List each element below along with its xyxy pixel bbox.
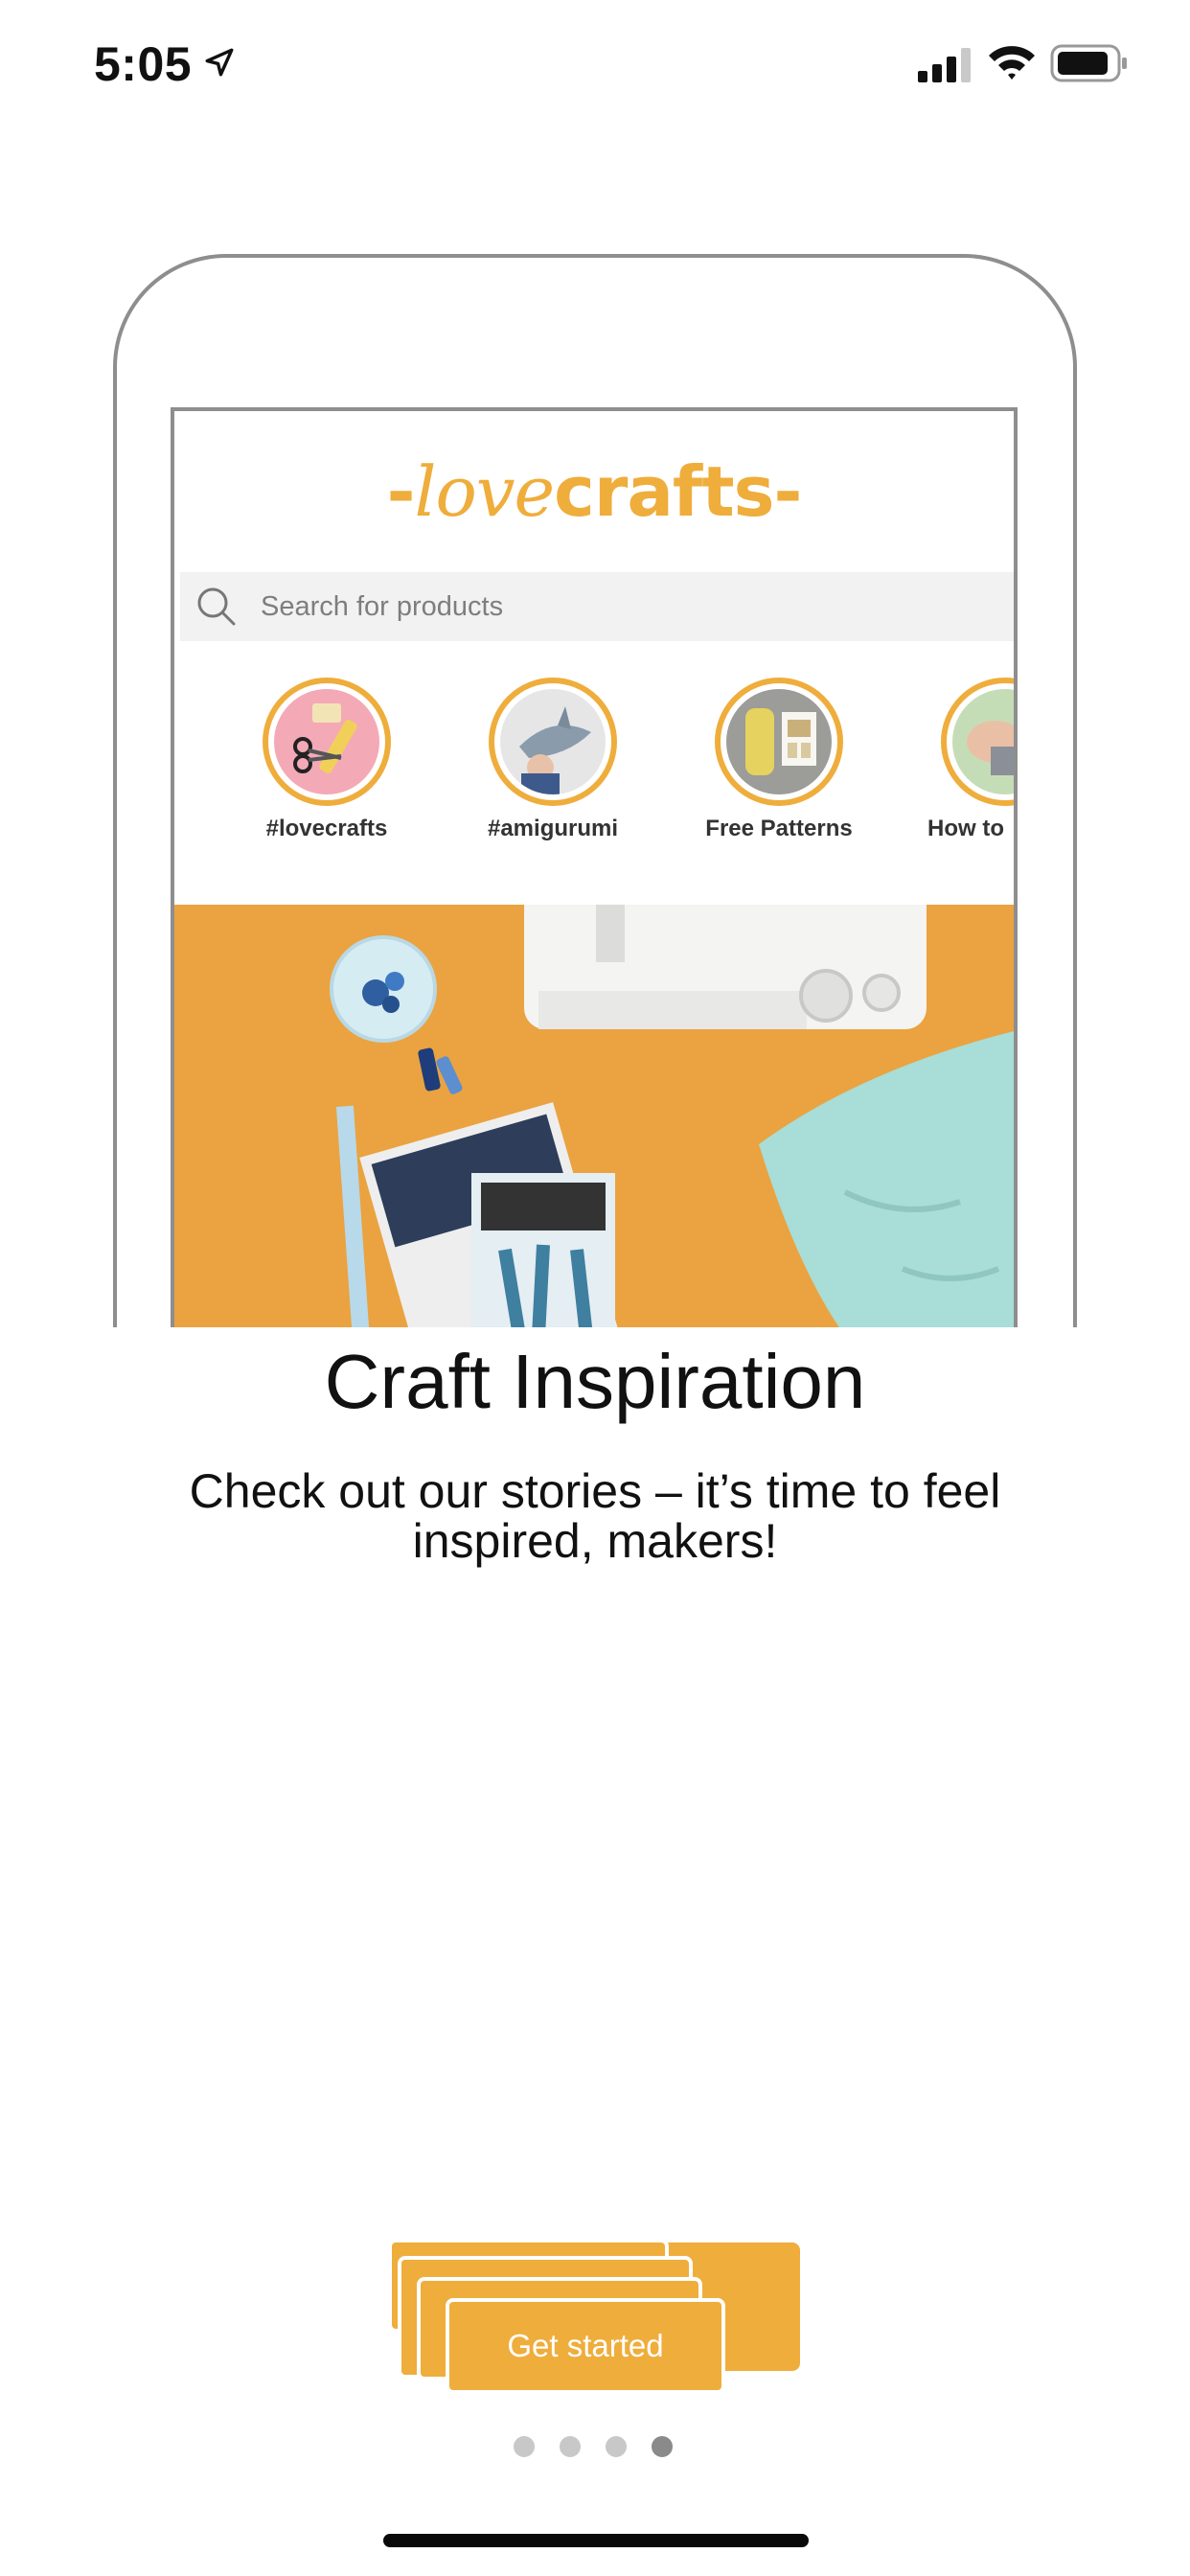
- page-dot-1[interactable]: [514, 2436, 535, 2457]
- phone-mockup-screen: -lovecrafts- Search for products #lovecr…: [171, 407, 1018, 1327]
- wifi-icon: [989, 46, 1035, 80]
- story-how-to: How to: [914, 678, 1014, 842]
- get-started-area: Get started: [388, 2239, 800, 2394]
- get-started-button[interactable]: Get started: [446, 2298, 725, 2394]
- status-bar: 5:05: [0, 0, 1190, 134]
- story-thumbnail-shark: [500, 689, 606, 794]
- page-indicator: [514, 2436, 676, 2459]
- story-label: Free Patterns: [705, 816, 853, 841]
- story-thumbnail-yarn: [726, 689, 832, 794]
- lovecrafts-logo: -lovecrafts-: [174, 451, 1014, 532]
- logo-crafts: crafts: [554, 451, 774, 532]
- story-label: #lovecrafts: [265, 816, 388, 841]
- story-free-patterns: Free Patterns: [688, 678, 870, 842]
- page-dot-3[interactable]: [606, 2436, 627, 2457]
- home-indicator[interactable]: [383, 2534, 809, 2547]
- onboarding-title: Craft Inspiration: [324, 1339, 866, 1424]
- logo-dash-left: -: [386, 451, 416, 532]
- logo-love: love: [414, 451, 555, 532]
- logo-dash-right: -: [773, 451, 803, 532]
- search-icon: [197, 587, 236, 626]
- page-dot-2[interactable]: [560, 2436, 581, 2457]
- story-amigurumi: #amigurumi: [462, 678, 644, 842]
- cellular-signal-icon: [918, 48, 971, 82]
- search-placeholder: Search for products: [261, 591, 504, 622]
- story-thumbnail-scissors: [274, 689, 379, 794]
- onboarding-subtitle: Check out our stories – it’s time to fee…: [189, 1464, 1001, 1568]
- page-dot-4-active[interactable]: [652, 2436, 673, 2457]
- story-thumbnail-hands: [952, 689, 1014, 794]
- story-label: #amigurumi: [487, 816, 619, 841]
- status-time: 5:05: [94, 37, 193, 91]
- story-lovecrafts: #lovecrafts: [236, 678, 418, 842]
- story-label: How to: [927, 816, 1004, 841]
- location-arrow-icon: [205, 48, 234, 77]
- mockup-search-bar: Search for products: [180, 572, 1014, 641]
- hero-image-sewing: [174, 905, 1014, 1327]
- battery-icon: [1050, 44, 1127, 82]
